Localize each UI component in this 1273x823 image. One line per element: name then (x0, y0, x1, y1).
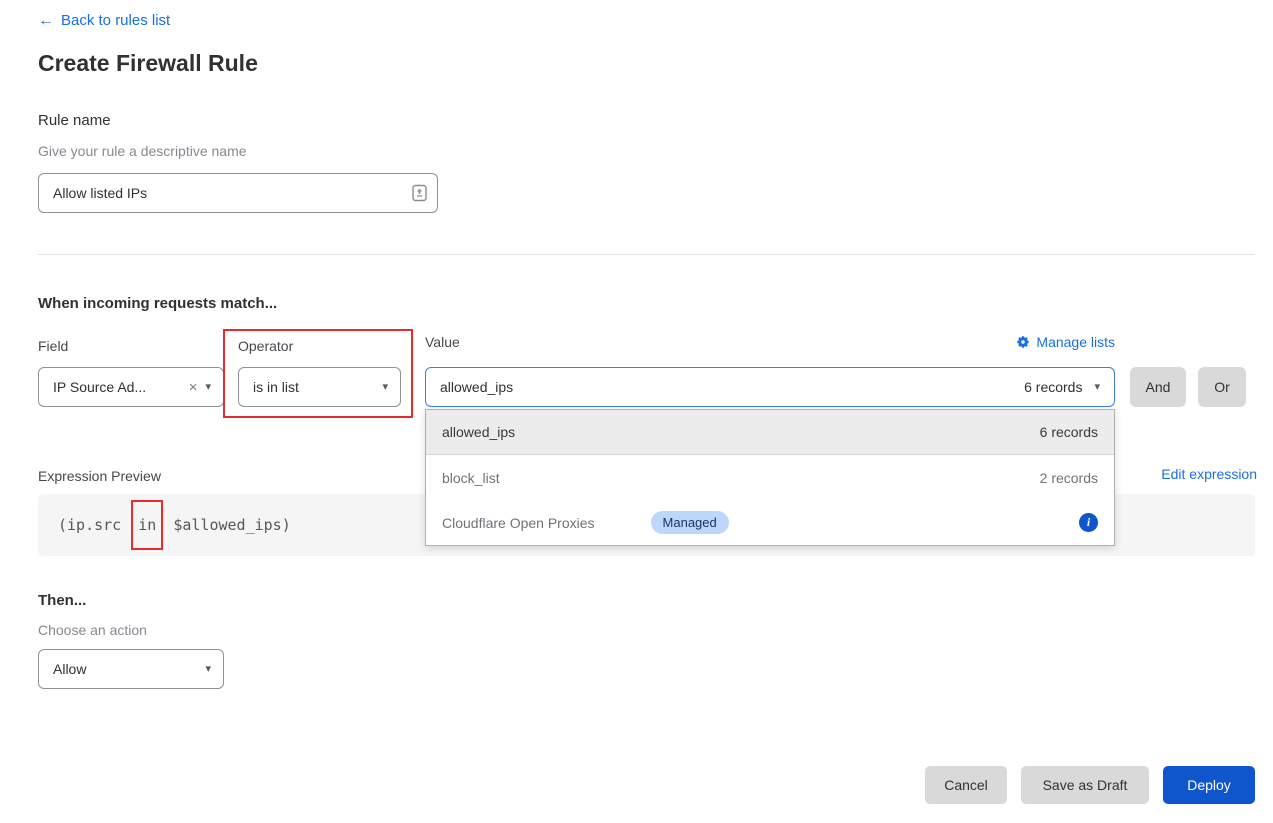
field-selected-value: IP Source Ad... (53, 379, 183, 395)
operator-selected-value: is in list (253, 379, 374, 395)
expression-code-after: $allowed_ips) (164, 516, 290, 534)
back-link-label: Back to rules list (61, 12, 170, 29)
value-input-text: allowed_ips (440, 379, 513, 395)
gear-icon (1016, 335, 1030, 349)
match-section-title: When incoming requests match... (38, 295, 277, 312)
deploy-button[interactable]: Deploy (1163, 766, 1255, 804)
in-keyword-highlight-box: in (131, 500, 163, 550)
value-label: Value (425, 334, 460, 350)
manage-lists-link[interactable]: Manage lists (1016, 334, 1115, 350)
list-item-records: 6 records (1040, 424, 1098, 440)
list-item-name: Cloudflare Open Proxies (442, 515, 595, 531)
info-icon[interactable]: i (1079, 513, 1098, 532)
cancel-button[interactable]: Cancel (925, 766, 1007, 804)
then-section-title: Then... (38, 592, 86, 609)
list-item[interactable]: Cloudflare Open Proxies Managed i (426, 500, 1114, 545)
page-title: Create Firewall Rule (38, 50, 258, 77)
field-select[interactable]: IP Source Ad... × ▾ (38, 367, 224, 407)
section-divider (38, 254, 1255, 255)
expression-preview-label: Expression Preview (38, 468, 161, 484)
chevron-down-icon: ▾ (205, 664, 211, 675)
records-count: 6 records (1024, 379, 1082, 395)
list-item[interactable]: block_list 2 records (426, 455, 1114, 500)
back-link[interactable]: ← Back to rules list (38, 12, 170, 29)
expression-code-before: (ip.src (58, 516, 130, 534)
list-item-name: block_list (442, 470, 500, 486)
edit-expression-link[interactable]: Edit expression (1161, 466, 1257, 482)
rule-name-input[interactable] (53, 185, 412, 201)
list-item-name: allowed_ips (442, 424, 515, 440)
save-draft-button[interactable]: Save as Draft (1021, 766, 1149, 804)
or-button[interactable]: Or (1198, 367, 1246, 407)
manage-lists-label: Manage lists (1036, 334, 1115, 350)
and-button[interactable]: And (1130, 367, 1186, 407)
operator-select[interactable]: is in list ▾ (238, 367, 401, 407)
chevron-down-icon: ▾ (382, 382, 388, 393)
clear-field-icon[interactable]: × (189, 380, 198, 395)
back-arrow-icon: ← (38, 13, 54, 29)
value-combobox[interactable]: allowed_ips 6 records ▾ (425, 367, 1115, 407)
action-hint: Choose an action (38, 622, 147, 638)
list-item-records: 2 records (1040, 470, 1098, 486)
chevron-down-icon: ▾ (205, 382, 211, 393)
managed-badge: Managed (651, 511, 729, 535)
operator-label: Operator (238, 338, 293, 354)
chevron-down-icon: ▾ (1094, 382, 1100, 393)
list-item[interactable]: allowed_ips 6 records (426, 410, 1114, 455)
action-selected-value: Allow (53, 661, 197, 677)
action-select[interactable]: Allow ▾ (38, 649, 224, 689)
field-label: Field (38, 338, 68, 354)
rule-name-input-wrap[interactable] (38, 173, 438, 213)
lists-dropdown: allowed_ips 6 records block_list 2 recor… (425, 409, 1115, 546)
rule-name-hint: Give your rule a descriptive name (38, 143, 247, 159)
autofill-extension-icon[interactable] (412, 184, 427, 202)
rule-name-label: Rule name (38, 112, 111, 129)
create-firewall-rule-page: ← Back to rules list Create Firewall Rul… (0, 0, 1273, 823)
